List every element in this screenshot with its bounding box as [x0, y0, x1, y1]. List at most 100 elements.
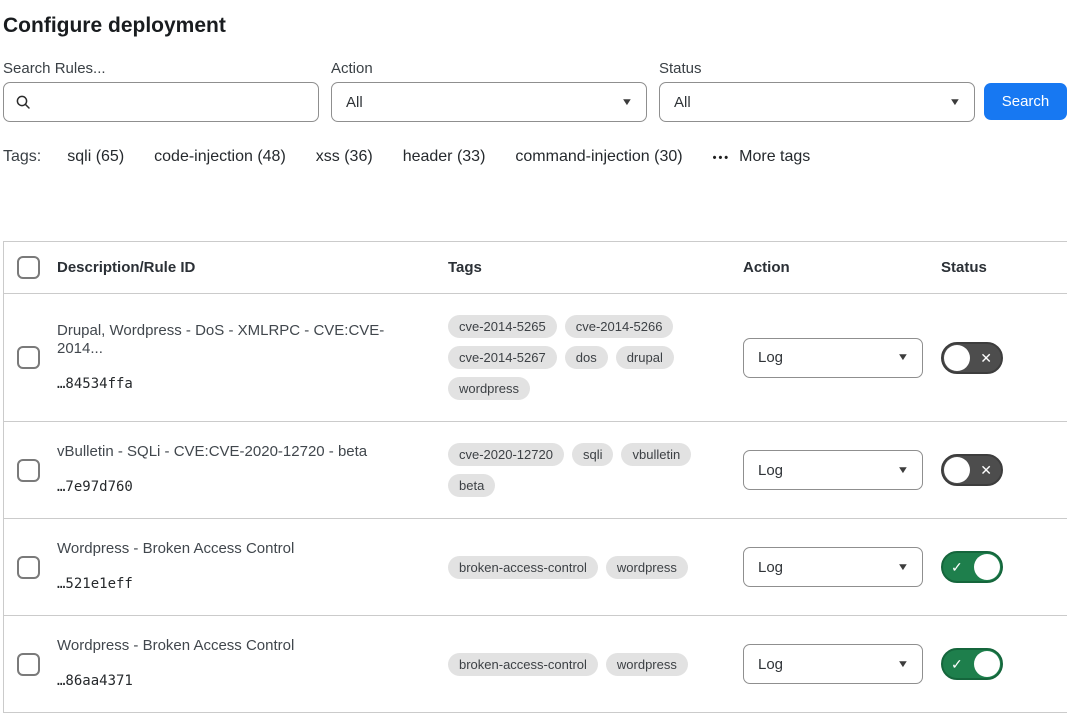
action-value: Log [758, 349, 783, 366]
tag-pill-line: cve-2014-5265 cve-2014-5266 [448, 315, 743, 338]
tag-pill-line: wordpress [448, 377, 743, 400]
action-value: Log [758, 559, 783, 576]
tag-pill: drupal [616, 346, 674, 369]
row-checkbox[interactable] [17, 653, 40, 676]
tag-link-header[interactable]: header (33) [403, 148, 486, 166]
row-checkbox-cell [4, 556, 44, 579]
tag-pill-line: cve-2014-5267 dos drupal [448, 346, 743, 369]
tags-bar: Tags: sqli (65) code-injection (48) xss … [3, 148, 1067, 166]
tag-pill: cve-2014-5265 [448, 315, 557, 338]
row-checkbox[interactable] [17, 459, 40, 482]
chevron-down-icon: ▼ [897, 352, 910, 363]
tag-link-sqli[interactable]: sqli (65) [67, 148, 124, 166]
more-tags-button[interactable]: ••• More tags [713, 148, 811, 166]
table-row: vBulletin - SQLi - CVE:CVE-2020-12720 - … [4, 422, 1067, 519]
x-icon: ✕ [980, 351, 992, 365]
status-toggle[interactable]: ✓ ✕ [941, 342, 1003, 374]
toggle-knob [944, 457, 970, 483]
rule-status-cell: ✓ ✕ [941, 342, 1067, 374]
tag-pill-line: cve-2020-12720 sqli vbulletin [448, 443, 743, 466]
action-select[interactable]: Log ▼ [743, 547, 923, 587]
tag-link-code-injection[interactable]: code-injection (48) [154, 148, 286, 166]
search-input-box[interactable] [3, 82, 319, 122]
page-title: Configure deployment [3, 13, 1067, 38]
rule-tags-cell: cve-2020-12720 sqli vbulletin beta [448, 443, 743, 497]
rule-status-cell: ✓ ✕ [941, 648, 1067, 680]
toggle-knob [974, 554, 1000, 580]
rule-description: Drupal, Wordpress - DoS - XMLRPC - CVE:C… [57, 322, 428, 358]
row-checkbox[interactable] [17, 556, 40, 579]
row-checkbox-cell [4, 459, 44, 482]
rule-tags-cell: broken-access-control wordpress [448, 556, 743, 579]
status-toggle[interactable]: ✓ ✕ [941, 551, 1003, 583]
header-action: Action [743, 259, 941, 276]
row-checkbox-cell [4, 346, 44, 369]
check-icon: ✓ [951, 560, 963, 574]
chevron-down-icon: ▼ [897, 562, 910, 573]
status-toggle[interactable]: ✓ ✕ [941, 648, 1003, 680]
table-row: Wordpress - Broken Access Control …86aa4… [4, 616, 1067, 713]
action-filter-field: Action All ▼ [331, 60, 647, 122]
action-value: Log [758, 462, 783, 479]
header-description: Description/Rule ID [44, 259, 448, 276]
filter-bar: Search Rules... Action All ▼ Status All … [3, 60, 1067, 122]
tag-pill-line: broken-access-control wordpress [448, 556, 743, 579]
status-filter-value: All [674, 94, 691, 111]
tag-pill: vbulletin [621, 443, 691, 466]
rule-description-cell: Drupal, Wordpress - DoS - XMLRPC - CVE:C… [44, 322, 448, 394]
rule-id: …86aa4371 [57, 671, 428, 691]
rule-status-cell: ✓ ✕ [941, 454, 1067, 486]
tag-link-command-injection[interactable]: command-injection (30) [515, 148, 682, 166]
table-row: Drupal, Wordpress - DoS - XMLRPC - CVE:C… [4, 294, 1067, 422]
tag-pill: broken-access-control [448, 653, 598, 676]
tag-pill: dos [565, 346, 608, 369]
select-all-checkbox[interactable] [17, 256, 40, 279]
action-filter-value: All [346, 94, 363, 111]
row-checkbox[interactable] [17, 346, 40, 369]
header-status: Status [941, 259, 1067, 276]
tag-pill-line: broken-access-control wordpress [448, 653, 743, 676]
status-toggle[interactable]: ✓ ✕ [941, 454, 1003, 486]
rule-description-cell: vBulletin - SQLi - CVE:CVE-2020-12720 - … [44, 443, 448, 497]
configure-deployment-page: Configure deployment Search Rules... Act… [0, 0, 1067, 713]
rule-description-cell: Wordpress - Broken Access Control …86aa4… [44, 637, 448, 691]
rule-status-cell: ✓ ✕ [941, 551, 1067, 583]
action-select[interactable]: Log ▼ [743, 450, 923, 490]
rule-tags-cell: broken-access-control wordpress [448, 653, 743, 676]
tag-pill: cve-2014-5266 [565, 315, 674, 338]
search-label: Search Rules... [3, 60, 319, 78]
toggle-knob [944, 345, 970, 371]
ellipsis-icon: ••• [713, 150, 731, 164]
rule-action-cell: Log ▼ [743, 450, 941, 490]
rule-action-cell: Log ▼ [743, 547, 941, 587]
tag-pill: broken-access-control [448, 556, 598, 579]
rule-id: …521e1eff [57, 574, 428, 594]
rule-action-cell: Log ▼ [743, 338, 941, 378]
x-icon: ✕ [980, 463, 992, 477]
row-checkbox-cell [4, 653, 44, 676]
tag-link-xss[interactable]: xss (36) [316, 148, 373, 166]
tag-pill: wordpress [606, 556, 688, 579]
search-input[interactable] [40, 93, 307, 112]
action-filter-select[interactable]: All ▼ [331, 82, 647, 122]
check-icon: ✓ [951, 657, 963, 671]
action-value: Log [758, 656, 783, 673]
rule-description: Wordpress - Broken Access Control [57, 637, 428, 655]
rules-table: Description/Rule ID Tags Action Status D… [3, 241, 1067, 713]
status-filter-field: Status All ▼ [659, 60, 975, 122]
tag-pill: cve-2014-5267 [448, 346, 557, 369]
action-select[interactable]: Log ▼ [743, 338, 923, 378]
status-filter-select[interactable]: All ▼ [659, 82, 975, 122]
action-filter-label: Action [331, 60, 647, 78]
search-icon [15, 94, 31, 110]
tag-pill: cve-2020-12720 [448, 443, 564, 466]
tags-bar-label: Tags: [3, 148, 41, 166]
chevron-down-icon: ▼ [897, 659, 910, 670]
chevron-down-icon: ▼ [897, 465, 910, 476]
search-field: Search Rules... [3, 60, 319, 122]
rule-id: …7e97d760 [57, 477, 428, 497]
search-button[interactable]: Search [984, 83, 1067, 120]
action-select[interactable]: Log ▼ [743, 644, 923, 684]
table-header-row: Description/Rule ID Tags Action Status [4, 242, 1067, 294]
tag-pill: wordpress [606, 653, 688, 676]
